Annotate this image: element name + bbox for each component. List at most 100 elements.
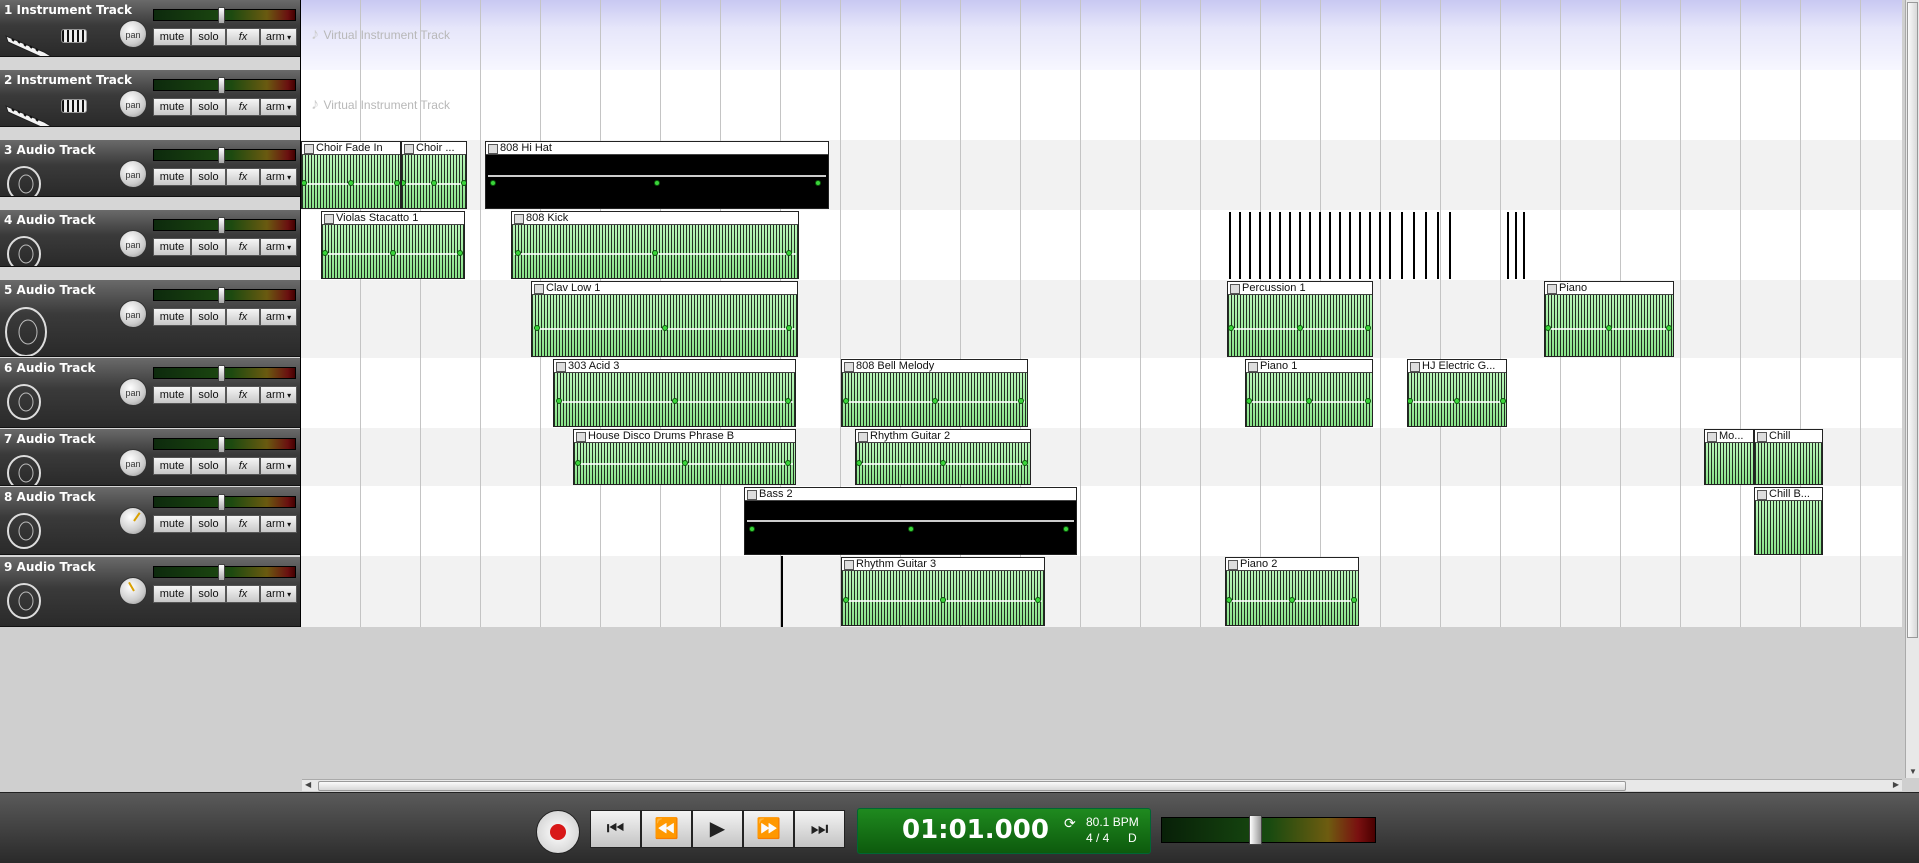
volume-fader[interactable] [153, 436, 296, 453]
envelope-node[interactable] [1500, 397, 1506, 404]
midi-keyboard-button[interactable] [61, 99, 87, 113]
track-header-8[interactable]: 8 Audio Track mute solo fx arm [0, 487, 300, 555]
pan-knob[interactable]: pan [119, 20, 147, 48]
mute-button[interactable]: mute [153, 386, 191, 404]
volume-fader[interactable] [153, 147, 296, 164]
envelope-node[interactable] [456, 249, 463, 256]
mute-button[interactable]: mute [153, 238, 191, 256]
mute-button[interactable]: mute [153, 28, 191, 46]
solo-button[interactable]: solo [191, 515, 226, 533]
envelope-node[interactable] [555, 397, 562, 404]
track-header-6[interactable]: 6 Audio Track pan mute solo fx arm [0, 358, 300, 428]
fx-button[interactable]: fx [226, 457, 260, 475]
mute-button[interactable]: mute [153, 585, 191, 603]
envelope-node[interactable] [786, 324, 793, 331]
envelope-node[interactable] [1408, 397, 1413, 404]
volume-fader-thumb[interactable] [218, 217, 225, 234]
arm-button[interactable]: arm [260, 585, 297, 603]
play-button[interactable]: ▶ [692, 810, 743, 848]
rewind-button[interactable]: ⏪ [641, 810, 692, 848]
clip[interactable]: Choir Fade In [301, 141, 401, 209]
pan-knob[interactable] [119, 507, 147, 535]
arm-button[interactable]: arm [260, 28, 297, 46]
midi-keyboard-button[interactable] [61, 29, 87, 43]
envelope-node[interactable] [940, 596, 946, 603]
volume-fader-thumb[interactable] [218, 147, 225, 164]
fx-button[interactable]: fx [226, 168, 260, 186]
clip[interactable]: 808 Kick [511, 211, 799, 279]
track-header-9[interactable]: 9 Audio Track mute solo fx arm [0, 557, 300, 627]
envelope-node[interactable] [1351, 596, 1358, 603]
master-volume-fader[interactable] [1161, 815, 1376, 845]
clip[interactable]: Violas Stacatto 1 [321, 211, 465, 279]
arm-button[interactable]: arm [260, 515, 297, 533]
volume-fader[interactable] [153, 217, 296, 234]
arm-button[interactable]: arm [260, 168, 297, 186]
envelope-node[interactable] [1306, 397, 1312, 404]
horizontal-scroll-thumb[interactable] [318, 781, 1626, 791]
envelope-node[interactable] [1666, 324, 1673, 331]
pan-knob[interactable]: pan [119, 378, 147, 406]
track-header-2[interactable]: 2 Instrument Track pan mute solo fx arm [0, 70, 300, 127]
lane-6[interactable] [301, 358, 1902, 428]
clip[interactable]: Piano 1 [1245, 359, 1373, 427]
pan-knob[interactable]: pan [119, 90, 147, 118]
envelope-node[interactable] [1364, 324, 1371, 331]
volume-fader[interactable] [153, 564, 296, 581]
volume-fader[interactable] [153, 494, 296, 511]
metronome-icon[interactable]: ⟳ [1064, 815, 1076, 832]
envelope-node[interactable] [1289, 596, 1295, 603]
scroll-right-icon[interactable]: ▶ [1893, 780, 1899, 789]
solo-button[interactable]: solo [191, 585, 226, 603]
clip[interactable]: HJ Electric G... [1407, 359, 1507, 427]
envelope-node[interactable] [1297, 324, 1303, 331]
envelope-node[interactable] [842, 397, 849, 404]
clip[interactable]: Choir ... [401, 141, 467, 209]
volume-fader-thumb[interactable] [218, 564, 225, 581]
envelope-node[interactable] [1228, 324, 1234, 331]
lane-9[interactable] [301, 556, 1902, 627]
clip[interactable]: Clav Low 1 [531, 281, 798, 357]
key-value[interactable]: D [1128, 831, 1137, 845]
clip[interactable]: Piano [1544, 281, 1674, 357]
envelope-node[interactable] [1063, 525, 1070, 532]
mute-button[interactable]: mute [153, 98, 191, 116]
envelope-node[interactable] [654, 179, 660, 186]
envelope-node[interactable] [907, 525, 914, 532]
envelope-node[interactable] [348, 179, 354, 186]
fx-button[interactable]: fx [226, 515, 260, 533]
solo-button[interactable]: solo [191, 457, 226, 475]
fx-button[interactable]: fx [226, 98, 260, 116]
lane-2[interactable]: Virtual Instrument Track [301, 70, 1902, 140]
envelope-node[interactable] [1606, 324, 1612, 331]
fx-button[interactable]: fx [226, 386, 260, 404]
volume-fader-thumb[interactable] [218, 287, 225, 304]
track-header-5[interactable]: 5 Audio Track pan mute solo fx arm [0, 280, 300, 357]
fx-button[interactable]: fx [226, 585, 260, 603]
envelope-node[interactable] [322, 249, 328, 256]
arrangement-timeline[interactable]: Virtual Instrument Track Virtual Instrum… [300, 0, 1902, 627]
lane-7[interactable] [301, 428, 1902, 486]
solo-button[interactable]: solo [191, 168, 226, 186]
tempo-value[interactable]: 80.1 BPM [1086, 815, 1139, 829]
pan-knob[interactable]: pan [119, 230, 147, 258]
clip[interactable]: 808 Hi Hat [485, 141, 829, 209]
envelope-node[interactable] [394, 179, 400, 186]
envelope-node[interactable] [671, 397, 678, 404]
time-display[interactable]: 01:01.000 ⟳ 80.1 BPM 4 / 4 D [857, 808, 1151, 854]
envelope-node[interactable] [843, 596, 850, 603]
time-signature[interactable]: 4 / 4 [1086, 831, 1109, 845]
solo-button[interactable]: solo [191, 308, 226, 326]
envelope-node[interactable] [1034, 596, 1041, 603]
envelope-node[interactable] [390, 249, 396, 256]
horizontal-scrollbar[interactable]: ◀ ▶ [302, 779, 1902, 791]
clip[interactable]: House Disco Drums Phrase B [573, 429, 796, 485]
vertical-scroll-thumb[interactable] [1907, 2, 1918, 638]
pan-knob[interactable]: pan [119, 300, 147, 328]
volume-fader[interactable] [153, 7, 296, 24]
volume-fader-thumb[interactable] [218, 77, 225, 94]
volume-fader-thumb[interactable] [218, 494, 225, 511]
clip[interactable]: Chill [1754, 429, 1823, 485]
clip[interactable]: Piano 2 [1225, 557, 1359, 626]
envelope-node[interactable] [931, 397, 938, 404]
